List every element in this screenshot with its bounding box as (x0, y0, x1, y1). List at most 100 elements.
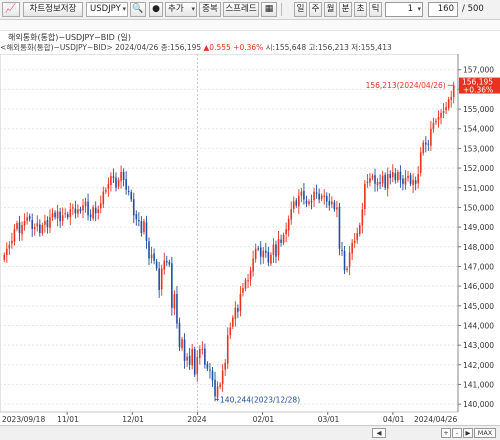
candle-body (298, 195, 300, 207)
candle-body (320, 195, 323, 199)
price-info-bar: <해외통화(통합)−USDJPY−BID> 2024/04/26 종:156,1… (0, 42, 500, 54)
scroll-right-button[interactable]: ▶ (463, 428, 473, 438)
period-minute-button[interactable]: 분 (339, 2, 352, 17)
candle-body (127, 190, 130, 192)
max-view-button[interactable]: MAX (474, 428, 496, 438)
candle-body (49, 217, 51, 228)
candle-body (366, 181, 369, 183)
color-marker-icon[interactable]: ● (149, 2, 163, 17)
candle-body (69, 209, 72, 218)
candle-body (303, 190, 305, 200)
candle-body (150, 254, 153, 259)
candle-body (6, 248, 8, 256)
candle-body (138, 220, 140, 222)
y-tick-label: 147,000 (463, 262, 494, 271)
candle-body (237, 308, 239, 312)
candle-body (36, 223, 39, 227)
overlay-button[interactable]: 중복 (199, 2, 221, 17)
y-tick-label: 140,000 (463, 400, 494, 409)
candle-body (204, 348, 206, 365)
candle-body (74, 208, 77, 214)
low-annotation: 140,244(2023/12/28) (220, 395, 300, 404)
period-day-button[interactable]: 일 (294, 2, 307, 17)
candle-body (412, 179, 414, 186)
zoom-out-button[interactable]: - (452, 428, 462, 438)
y-tick-label: 150,000 (463, 203, 494, 212)
add-button[interactable]: 추가 (165, 2, 197, 17)
candle-body (226, 335, 229, 364)
candle-body (249, 270, 252, 280)
period-tick-button[interactable]: 틱 (369, 2, 382, 17)
candle-body (351, 242, 353, 254)
candle-body (435, 120, 437, 123)
candlestick-chart[interactable]: 140,000 141,000 142,000 143,000 144,000 145,0… (0, 54, 500, 426)
interval-input[interactable]: 1 (385, 2, 423, 17)
y-tick-label: 143,000 (463, 341, 494, 350)
y-tick-label: 155,000 (463, 105, 494, 114)
candle-body (310, 201, 313, 203)
candle-body (28, 216, 31, 220)
candle-body (364, 183, 366, 210)
candle-body (120, 172, 122, 181)
zoom-in-button[interactable]: + (441, 428, 451, 438)
spread-button[interactable]: 스프레드 (223, 2, 259, 17)
candle-body (242, 288, 244, 293)
candle-body (56, 211, 59, 219)
candle-body (140, 221, 143, 233)
candle-body (61, 215, 64, 221)
scroll-left-button[interactable]: ◀ (372, 428, 386, 438)
candle-body (442, 111, 445, 114)
chart-toolbar: 📈 차트정보저장 USDJPY 🔍 ● 추가 중복 스프레드 ▦ 일 주 월 분… (0, 0, 500, 20)
candle-body (313, 191, 315, 201)
candle-body (54, 212, 56, 218)
candle-body (424, 142, 427, 145)
candle-body (338, 206, 341, 249)
candle-body (132, 199, 135, 216)
candle-body (145, 222, 148, 241)
x-tick-label: 04/01 (383, 415, 405, 424)
x-tick-label: 11/01 (57, 415, 79, 424)
candle-body (165, 260, 168, 263)
candle-body (99, 203, 102, 209)
symbol-select[interactable]: USDJPY (86, 2, 128, 17)
y-tick-label: 144,000 (463, 321, 494, 330)
period-second-button[interactable]: 초 (354, 2, 367, 17)
candle-body (209, 369, 211, 371)
candle-body (31, 220, 34, 230)
x-tick-label: 2024 (187, 415, 206, 424)
candle-body (201, 349, 204, 351)
candle-body (143, 221, 145, 233)
candle-body (267, 251, 270, 263)
candle-body (16, 223, 18, 230)
candle-body (361, 209, 364, 226)
settings-icon[interactable]: ▦ (261, 2, 277, 17)
candle-body (244, 280, 247, 289)
candle-body (229, 327, 232, 336)
period-week-button[interactable]: 주 (309, 2, 322, 17)
period-month-button[interactable]: 월 (324, 2, 337, 17)
candle-body (379, 182, 381, 184)
info-ohlc: 시:155,648 고:156,213 저:155,413 (265, 43, 392, 52)
candle-body (221, 370, 224, 385)
candle-body (333, 202, 336, 210)
info-change: ▲0.555 +0.36% (203, 43, 264, 52)
candle-body (198, 349, 201, 359)
count-input[interactable]: 160 (428, 2, 458, 17)
save-chart-info-button[interactable]: 차트정보저장 (23, 2, 83, 17)
x-tick-label: 03/01 (318, 415, 340, 424)
candle-body (72, 207, 74, 209)
candle-body (193, 349, 196, 375)
candle-body (432, 122, 435, 130)
candle-body (318, 193, 320, 200)
chart-type-icon[interactable]: 📈 (2, 2, 20, 17)
candle-body (300, 191, 303, 196)
candle-body (214, 379, 216, 397)
search-icon[interactable]: 🔍 (130, 2, 146, 17)
y-tick-label: 148,000 (463, 243, 494, 252)
candle-body (97, 209, 100, 213)
x-tick-label: 2024/04/26 (414, 415, 457, 424)
candle-body (160, 268, 163, 290)
candle-body (135, 214, 138, 220)
y-tick-label: 157,000 (463, 66, 494, 75)
candle-body (280, 239, 282, 243)
